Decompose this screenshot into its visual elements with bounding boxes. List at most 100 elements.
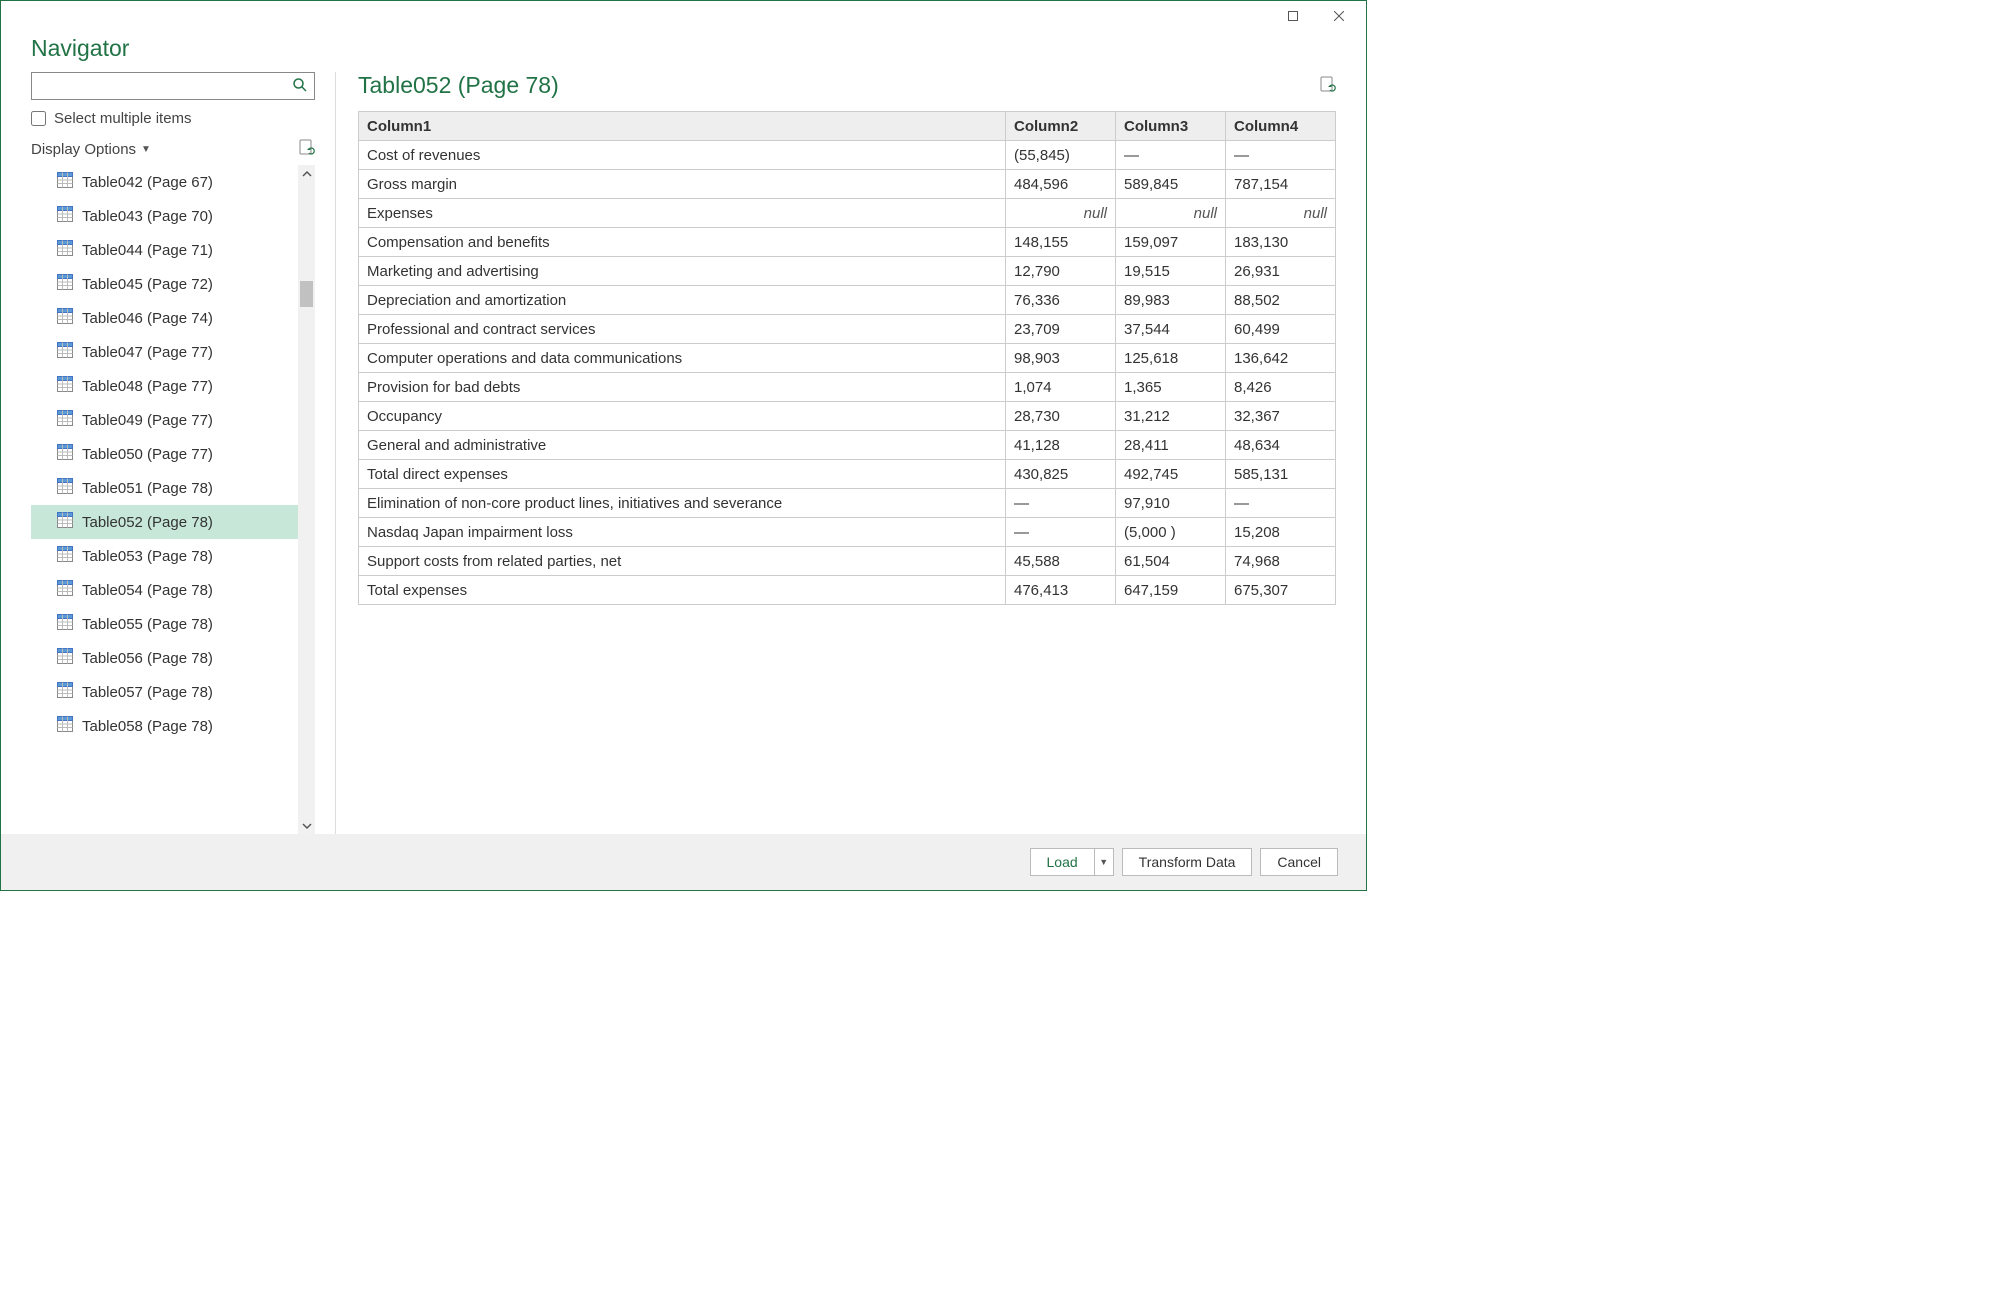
dialog-title: Navigator xyxy=(31,35,1336,62)
table-cell: 492,745 xyxy=(1116,460,1226,489)
tree-item[interactable]: Table047 (Page 77) xyxy=(31,335,298,369)
table-icon xyxy=(57,274,73,294)
table-cell: 48,634 xyxy=(1226,431,1336,460)
table-cell: 60,499 xyxy=(1226,315,1336,344)
tree-item[interactable]: Table057 (Page 78) xyxy=(31,675,298,709)
tree-item[interactable]: Table042 (Page 67) xyxy=(31,165,298,199)
tree-container: Table042 (Page 67)Table043 (Page 70)Tabl… xyxy=(31,165,315,834)
tree-item[interactable]: Table043 (Page 70) xyxy=(31,199,298,233)
tree-scrollbar[interactable] xyxy=(298,165,315,834)
table-cell: null xyxy=(1226,199,1336,228)
load-button[interactable]: Load xyxy=(1030,848,1094,876)
table-row: Total expenses476,413647,159675,307 xyxy=(359,576,1336,605)
tree-item[interactable]: Table048 (Page 77) xyxy=(31,369,298,403)
table-cell: 61,504 xyxy=(1116,547,1226,576)
table-cell: 74,968 xyxy=(1226,547,1336,576)
transform-data-button[interactable]: Transform Data xyxy=(1122,848,1253,876)
tree-item[interactable]: Table052 (Page 78) xyxy=(31,505,298,539)
table-cell: 1,365 xyxy=(1116,373,1226,402)
table-cell: 589,845 xyxy=(1116,170,1226,199)
table-row: Compensation and benefits148,155159,0971… xyxy=(359,228,1336,257)
scroll-thumb[interactable] xyxy=(300,281,313,307)
tree-item-label: Table055 (Page 78) xyxy=(82,616,213,633)
table-cell: 37,544 xyxy=(1116,315,1226,344)
column-header[interactable]: Column3 xyxy=(1116,112,1226,141)
column-header[interactable]: Column2 xyxy=(1006,112,1116,141)
table-cell: 28,411 xyxy=(1116,431,1226,460)
table-cell: 675,307 xyxy=(1226,576,1336,605)
display-options-label: Display Options xyxy=(31,141,136,158)
column-header[interactable]: Column4 xyxy=(1226,112,1336,141)
scroll-up-button[interactable] xyxy=(298,165,315,182)
table-icon xyxy=(57,682,73,702)
dialog-header: Navigator xyxy=(1,31,1366,72)
cancel-button[interactable]: Cancel xyxy=(1260,848,1338,876)
tree-item[interactable]: Table055 (Page 78) xyxy=(31,607,298,641)
tree-item-label: Table049 (Page 77) xyxy=(82,412,213,429)
table-icon xyxy=(57,580,73,600)
table-row: Elimination of non-core product lines, i… xyxy=(359,489,1336,518)
table-row: Occupancy28,73031,21232,367 xyxy=(359,402,1336,431)
preview-pane: Table052 (Page 78) Column1Column2Column3… xyxy=(336,72,1336,834)
tree-item[interactable]: Table049 (Page 77) xyxy=(31,403,298,437)
table-row: Marketing and advertising12,79019,51526,… xyxy=(359,257,1336,286)
tree-item[interactable]: Table045 (Page 72) xyxy=(31,267,298,301)
table-cell: 76,336 xyxy=(1006,286,1116,315)
table-cell: 19,515 xyxy=(1116,257,1226,286)
preview-refresh-icon[interactable] xyxy=(1320,76,1336,95)
table-cell: 484,596 xyxy=(1006,170,1116,199)
table-cell: 23,709 xyxy=(1006,315,1116,344)
table-row: Cost of revenues(55,845)—— xyxy=(359,141,1336,170)
table-icon xyxy=(57,478,73,498)
tree-item[interactable]: Table051 (Page 78) xyxy=(31,471,298,505)
close-button[interactable] xyxy=(1316,1,1362,31)
maximize-button[interactable] xyxy=(1270,1,1316,31)
table-cell: 148,155 xyxy=(1006,228,1116,257)
table-cell: 15,208 xyxy=(1226,518,1336,547)
table-cell: Nasdaq Japan impairment loss xyxy=(359,518,1006,547)
tree-item[interactable]: Table046 (Page 74) xyxy=(31,301,298,335)
tree-item-label: Table047 (Page 77) xyxy=(82,344,213,361)
table-cell: 183,130 xyxy=(1226,228,1336,257)
table-cell: null xyxy=(1006,199,1116,228)
tree-item-label: Table054 (Page 78) xyxy=(82,582,213,599)
tree-item[interactable]: Table053 (Page 78) xyxy=(31,539,298,573)
tree-list: Table042 (Page 67)Table043 (Page 70)Tabl… xyxy=(31,165,298,834)
table-cell: Elimination of non-core product lines, i… xyxy=(359,489,1006,518)
tree-item[interactable]: Table056 (Page 78) xyxy=(31,641,298,675)
column-header[interactable]: Column1 xyxy=(359,112,1006,141)
table-cell: Computer operations and data communicati… xyxy=(359,344,1006,373)
tree-item-label: Table057 (Page 78) xyxy=(82,684,213,701)
tree-item[interactable]: Table058 (Page 78) xyxy=(31,709,298,743)
chevron-down-icon: ▼ xyxy=(141,144,151,155)
scroll-down-button[interactable] xyxy=(298,817,315,834)
refresh-icon[interactable] xyxy=(299,139,315,159)
search-box[interactable] xyxy=(31,72,315,100)
table-row: General and administrative41,12828,41148… xyxy=(359,431,1336,460)
table-cell: (5,000 ) xyxy=(1116,518,1226,547)
load-dropdown-button[interactable]: ▼ xyxy=(1094,848,1114,876)
table-cell: — xyxy=(1226,489,1336,518)
table-cell: Provision for bad debts xyxy=(359,373,1006,402)
tree-item-label: Table050 (Page 77) xyxy=(82,446,213,463)
tree-item-label: Table053 (Page 78) xyxy=(82,548,213,565)
load-button-group: Load ▼ xyxy=(1030,848,1114,876)
table-row: Support costs from related parties, net4… xyxy=(359,547,1336,576)
table-cell: 26,931 xyxy=(1226,257,1336,286)
display-options-dropdown[interactable]: Display Options ▼ xyxy=(31,141,151,158)
search-input[interactable] xyxy=(38,78,292,94)
tree-item-label: Table042 (Page 67) xyxy=(82,174,213,191)
table-cell: 98,903 xyxy=(1006,344,1116,373)
tree-item[interactable]: Table044 (Page 71) xyxy=(31,233,298,267)
tree-item[interactable]: Table054 (Page 78) xyxy=(31,573,298,607)
tree-item[interactable]: Table050 (Page 77) xyxy=(31,437,298,471)
table-cell: 12,790 xyxy=(1006,257,1116,286)
table-cell: 125,618 xyxy=(1116,344,1226,373)
select-multiple-checkbox-row[interactable]: Select multiple items xyxy=(31,110,315,127)
table-cell: — xyxy=(1006,518,1116,547)
table-cell: 89,983 xyxy=(1116,286,1226,315)
preview-header: Table052 (Page 78) xyxy=(358,72,1336,99)
table-cell: 787,154 xyxy=(1226,170,1336,199)
table-icon xyxy=(57,410,73,430)
select-multiple-checkbox[interactable] xyxy=(31,111,46,126)
